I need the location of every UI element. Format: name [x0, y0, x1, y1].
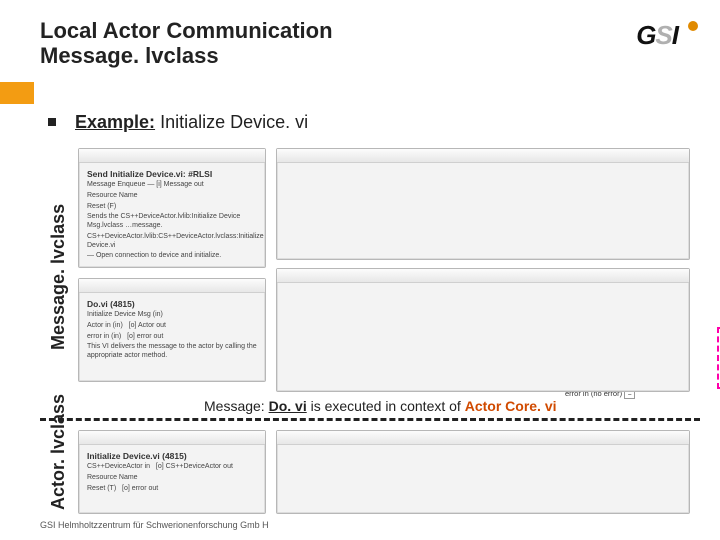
ctx1-row: error in (in) [o] error out: [87, 333, 257, 342]
ctx2-heading: Initialize Device.vi (4815): [87, 451, 257, 461]
mid-do-vi: Do. vi: [269, 398, 307, 414]
window-titlebar: [79, 279, 265, 293]
bullet-icon: [48, 118, 56, 126]
window-titlebar: [79, 149, 265, 163]
gsi-logo: GSI: [636, 20, 692, 51]
ctx1-row: Initialize Device Msg (in): [87, 311, 257, 320]
footer-text: GSI Helmholtzzentrum für Schwerionenfors…: [40, 520, 269, 530]
blockdiagram-3: No Error CS++DeviceActor inOBJ Resource …: [276, 430, 690, 514]
ctx2-row: CS++DeviceActor in [o] CS++DeviceActor o…: [87, 463, 257, 472]
example-value: Initialize Device. vi: [160, 112, 308, 132]
fp-row: Reset (F): [87, 203, 257, 212]
fp-desc: — Open connection to device and initiali…: [87, 252, 257, 261]
ctx2-row: Reset (T) [o] error out: [87, 485, 257, 494]
accent-bar: [0, 82, 34, 104]
logo-g: G: [636, 20, 655, 50]
mid-sentence: Message: Do. vi is executed in context o…: [204, 398, 557, 414]
blockdiagram-2: No Error Initialize Device MsgOBJ Actor …: [276, 268, 690, 392]
fp-heading: Send Initialize Device.vi: #RLSI: [87, 169, 257, 179]
context-help-window-1: Do.vi (4815) Initialize Device Msg (in) …: [78, 278, 266, 382]
mid-actor-core: Actor Core. vi: [465, 398, 557, 414]
title-line-1: Local Actor Communication: [40, 18, 333, 43]
example-label: Example:: [75, 112, 155, 132]
logo-dot-icon: [688, 21, 698, 31]
mid-p2: is executed in context of: [311, 398, 465, 414]
title-line-2: Message. lvclass: [40, 43, 219, 68]
window-titlebar: [277, 431, 689, 445]
logo-s: S: [655, 20, 671, 50]
ctx1-row: Actor in (in) [o] Actor out: [87, 322, 257, 331]
fp-row: Message Enqueue — [i] Message out: [87, 181, 257, 190]
context-help-window-2: Initialize Device.vi (4815) CS++DeviceAc…: [78, 430, 266, 514]
divider-dashed: [40, 418, 700, 421]
page-title: Local Actor Communication Message. lvcla…: [40, 18, 333, 69]
example-bullet: Example: Initialize Device. vi: [48, 112, 308, 133]
mid-p1: Message:: [204, 398, 265, 414]
window-titlebar: [277, 269, 689, 283]
fp-desc: Sends the CS++DeviceActor.lvlib:Initiali…: [87, 213, 257, 231]
ctx1-desc: This VI delivers the message to the acto…: [87, 343, 257, 361]
ctx2-row: Resource Name: [87, 474, 257, 483]
fp-desc: CS++DeviceActor.lvlib:CS++DeviceActor.lv…: [87, 233, 257, 251]
blockdiagram-1: Initialize Device Msg Resource NameDBL R…: [276, 148, 690, 260]
window-body: Send Initialize Device.vi: #RLSI Message…: [79, 163, 265, 269]
window-titlebar: [79, 431, 265, 445]
window-titlebar: [277, 149, 689, 163]
sidebar-label-actor: Actor. lvclass: [48, 394, 69, 510]
frontpanel-window: Send Initialize Device.vi: #RLSI Message…: [78, 148, 266, 268]
logo-i: I: [672, 20, 678, 50]
ctx1-heading: Do.vi (4815): [87, 299, 257, 309]
fp-row: Resource Name: [87, 192, 257, 201]
sidebar-label-message: Message. lvclass: [48, 204, 69, 350]
